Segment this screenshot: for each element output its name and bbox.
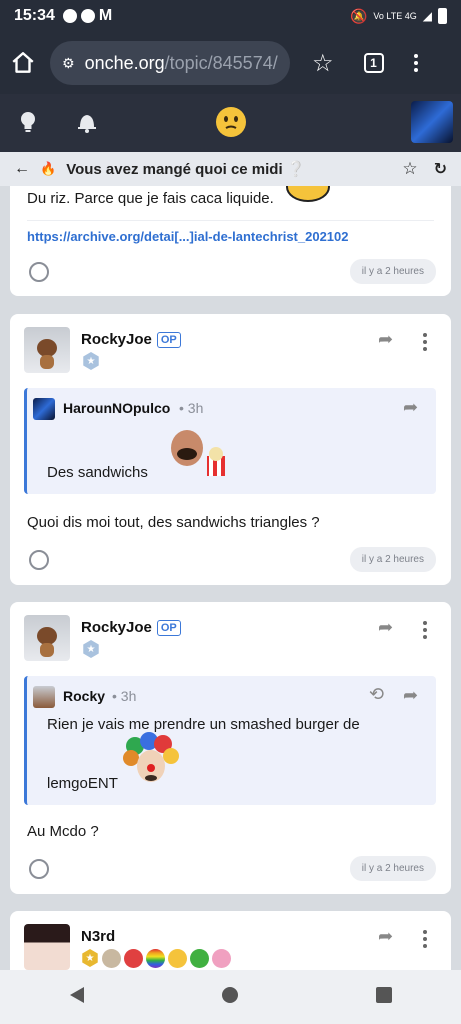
post-card: Du riz. Parce que je fais caca liquide. … bbox=[10, 186, 451, 296]
bell-icon[interactable] bbox=[76, 110, 98, 139]
post-card: N3rd ★ ➦ bbox=[10, 911, 451, 970]
add-reaction-icon[interactable] bbox=[29, 859, 49, 879]
badge-icon bbox=[168, 949, 187, 968]
refresh-icon[interactable]: ↻ bbox=[434, 159, 447, 179]
avatar[interactable] bbox=[24, 924, 70, 970]
url-field[interactable]: ⚙ onche.org/topic/845574/ bbox=[50, 41, 290, 85]
status-time: 15:34 bbox=[14, 7, 55, 24]
post-time: il y a 2 heures bbox=[349, 856, 436, 881]
quote-block: HarounNOpulco • 3h ➦ Des sandwichs bbox=[24, 388, 436, 494]
post-card: RockyJoe OP ★ ➦ Rocky • 3h ⟲ ➦ Rien je v… bbox=[10, 602, 451, 894]
share-arrow-icon[interactable]: ➦ bbox=[378, 926, 393, 947]
gmail-icon: M bbox=[98, 7, 113, 24]
topic-title: Vous avez mangé quoi ce midi ❔ bbox=[66, 161, 306, 178]
lightbulb-icon[interactable] bbox=[18, 110, 38, 139]
rank-badge-icon: ★ bbox=[83, 352, 99, 370]
badge-icon bbox=[190, 949, 209, 968]
favorite-star-icon[interactable]: ☆ bbox=[402, 159, 417, 179]
quote-share-icon[interactable]: ➦ bbox=[403, 397, 418, 418]
quote-avatar[interactable] bbox=[33, 686, 55, 708]
home-circle-icon[interactable] bbox=[221, 986, 239, 1009]
rank-badge-icon: ★ bbox=[83, 640, 99, 658]
add-reaction-icon[interactable] bbox=[29, 262, 49, 282]
home-icon[interactable] bbox=[10, 50, 36, 76]
motorola-icon bbox=[80, 9, 95, 23]
url-path: /topic/845574/ bbox=[164, 52, 278, 73]
status-bar: 15:34 M 🔕 Vo LTE 4G ◢ bbox=[0, 0, 461, 32]
rainbow-badge-icon bbox=[146, 949, 165, 968]
op-badge: OP bbox=[156, 619, 181, 636]
url-host: onche.org bbox=[84, 52, 165, 73]
mute-icon: 🔕 bbox=[349, 7, 368, 24]
post-time: il y a 2 heures bbox=[349, 547, 436, 572]
sticker-image bbox=[286, 186, 330, 202]
quote-block: Rocky • 3h ⟲ ➦ Rien je vais me prendre u… bbox=[24, 676, 436, 805]
history-icon[interactable]: ⟲ bbox=[369, 684, 384, 705]
quote-username[interactable]: Rocky bbox=[63, 688, 105, 704]
quote-time-value: 3h bbox=[120, 688, 137, 704]
op-badge: OP bbox=[156, 331, 181, 348]
browser-menu-icon[interactable] bbox=[413, 54, 418, 72]
tab-count: 1 bbox=[363, 53, 384, 73]
share-arrow-icon[interactable]: ➦ bbox=[378, 617, 393, 638]
post-menu-icon[interactable] bbox=[423, 930, 427, 948]
topic-bar: ← 🔥 Vous avez mangé quoi ce midi ❔ ☆ ↻ bbox=[0, 152, 461, 186]
add-reaction-icon[interactable] bbox=[29, 550, 49, 570]
username[interactable]: N3rd bbox=[81, 928, 115, 945]
browser-toolbar: ⚙ onche.org/topic/845574/ ☆ 1 bbox=[0, 32, 461, 94]
back-triangle-icon[interactable] bbox=[68, 985, 86, 1010]
quote-text: Rien je vais me prendre un smashed burge… bbox=[47, 716, 360, 733]
post-menu-icon[interactable] bbox=[423, 621, 427, 639]
bookmark-star-icon[interactable]: ☆ bbox=[312, 49, 334, 78]
archive-link[interactable]: https://archive.org/detai[...]ial-de-lan… bbox=[27, 229, 349, 244]
user-avatar[interactable] bbox=[411, 101, 453, 143]
tab-switcher-button[interactable]: 1 bbox=[363, 53, 384, 73]
quote-avatar[interactable] bbox=[33, 398, 55, 420]
recents-square-icon[interactable] bbox=[375, 986, 393, 1009]
quote-text-continued: lemgoENT bbox=[47, 775, 118, 792]
badge-icon bbox=[102, 949, 121, 968]
share-arrow-icon[interactable]: ➦ bbox=[378, 329, 393, 350]
back-arrow-icon[interactable]: ← bbox=[14, 160, 30, 178]
rank-badge-icon: ★ bbox=[82, 949, 98, 967]
post-text: Au Mcdo ? bbox=[27, 823, 99, 840]
battery-icon bbox=[438, 8, 447, 24]
avatar[interactable] bbox=[24, 327, 70, 373]
quote-time: • 3h bbox=[179, 400, 204, 416]
site-settings-icon[interactable]: ⚙ bbox=[62, 55, 75, 72]
quote-share-icon[interactable]: ➦ bbox=[403, 685, 418, 706]
post-time: il y a 2 heures bbox=[349, 259, 436, 284]
post-text: Quoi dis moi tout, des sandwichs triangl… bbox=[27, 514, 320, 531]
quote-time: • 3h bbox=[112, 688, 137, 704]
divider bbox=[27, 220, 434, 221]
username[interactable]: RockyJoe bbox=[81, 331, 152, 348]
system-nav-bar bbox=[0, 970, 461, 1024]
post-text: Du riz. Parce que je fais caca liquide. bbox=[27, 190, 274, 207]
badge-row: ★ bbox=[81, 949, 231, 968]
site-logo-icon[interactable] bbox=[215, 106, 247, 143]
sticker-image bbox=[123, 732, 179, 788]
signal-icon: ◢ bbox=[422, 9, 432, 23]
fire-icon: 🔥 bbox=[40, 161, 57, 176]
badge-icon bbox=[124, 949, 143, 968]
post-card: RockyJoe OP ★ ➦ HarounNOpulco • 3h ➦ Des… bbox=[10, 314, 451, 585]
post-menu-icon[interactable] bbox=[423, 333, 427, 351]
avatar[interactable] bbox=[24, 615, 70, 661]
notification-icon bbox=[62, 9, 77, 23]
badge-icon bbox=[212, 949, 231, 968]
site-header bbox=[0, 94, 461, 152]
quote-time-value: 3h bbox=[187, 400, 204, 416]
sticker-image bbox=[157, 424, 229, 478]
quote-username[interactable]: HarounNOpulco bbox=[63, 400, 170, 416]
network-label: Vo LTE 4G bbox=[373, 11, 417, 21]
quote-text: Des sandwichs bbox=[47, 464, 148, 481]
username[interactable]: RockyJoe bbox=[81, 619, 152, 636]
